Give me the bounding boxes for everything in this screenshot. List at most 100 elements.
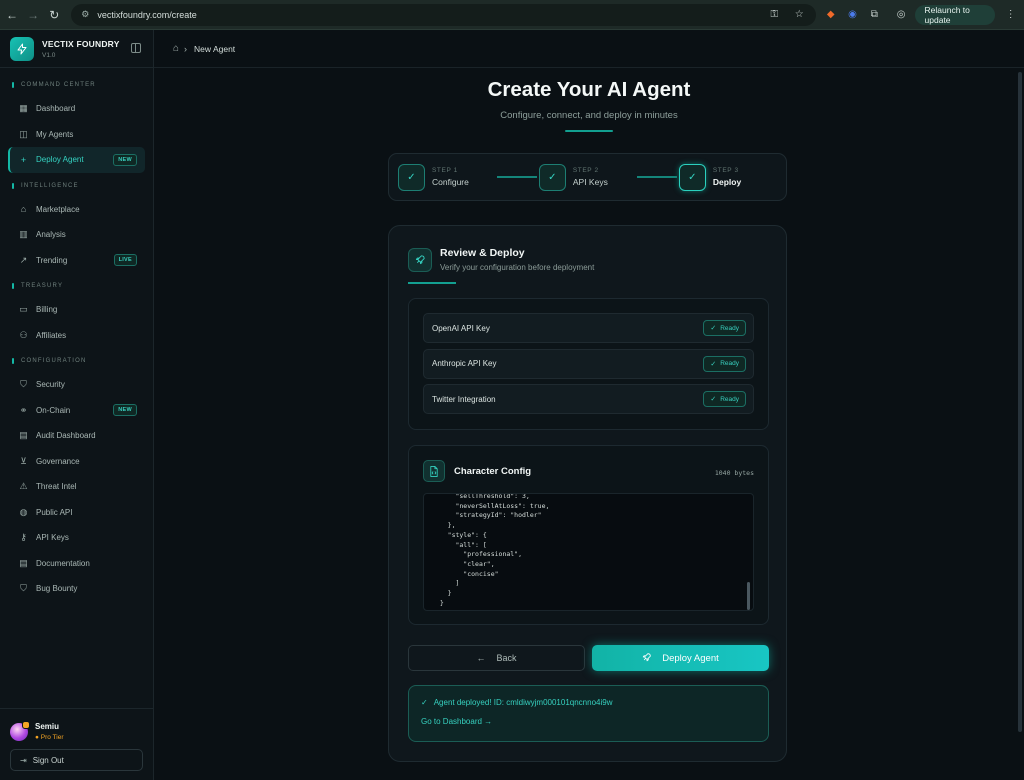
check-icon: ✓ [710,360,717,368]
status-badge: ✓ Ready [703,320,746,336]
check-icon: ✓ [421,698,428,707]
integration-status-panel: OpenAI API Key ✓ Ready Anthropic API Key … [408,298,769,430]
sidebar-item-label: API Keys [36,533,69,543]
step-3[interactable]: ✓ STEP 3 Deploy [678,163,741,191]
sidebar-item-bug-bounty[interactable]: ⛉ Bug Bounty [8,576,145,602]
sidebar-item-trending[interactable]: ↗ Trending LIVE [8,248,145,274]
rocket-icon [642,652,652,664]
reload-icon[interactable]: ↻ [45,4,63,26]
shield-icon: ⛉ [20,379,27,390]
back-button[interactable]: ← Back [408,645,585,671]
section-label: TREASURY [0,280,153,292]
grid-icon: ▦ [19,103,28,114]
brand[interactable]: VECTIX FOUNDRY V1.0 [0,30,153,68]
sidebar-item-affiliates[interactable]: ⚇ Affiliates [8,323,145,349]
list-item: Twitter Integration ✓ Ready [423,384,754,414]
sidebar-item-label: My Agents [36,129,74,139]
extension-blue-icon[interactable]: ◉ [845,6,860,24]
sidebar-item-on-chain[interactable]: ⚭ On-Chain NEW [8,398,145,424]
extension-fox-icon[interactable]: ◆ [823,6,838,24]
step-name: Configure [432,177,469,187]
avatar[interactable] [10,720,30,741]
go-to-dashboard-link[interactable]: Go to Dashboard → [421,717,768,726]
section-label: CONFIGURATION [0,355,153,367]
chevron-right-icon: › [184,43,188,54]
config-code-viewer[interactable]: "sellThreshold": 3, "neverSellAtLoss": t… [423,493,754,611]
sidebar-item-public-api[interactable]: ◍ Public API [8,500,145,526]
url-text: vectixfoundry.com/create [97,9,197,20]
title-underline [565,130,613,132]
step-2[interactable]: ✓ STEP 2 API Keys [538,163,608,191]
sidebar-item-threat-intel[interactable]: ⚠ Threat Intel [8,474,145,500]
browser-toolbar: ← → ↻ ⚙ vectixfoundry.com/create ⚿ ☆ ◆ ◉… [0,0,1024,30]
page-scrollbar[interactable] [1018,72,1022,732]
key-label: Anthropic API Key [432,359,497,368]
check-icon: ✓ [678,163,706,191]
review-title: Review & Deploy [440,247,525,259]
trending-up-icon: ↗ [19,254,28,265]
page-title: Create Your AI Agent [487,78,691,101]
step-connector [496,176,537,178]
sidebar-item-deploy-agent[interactable]: + Deploy Agent NEW [8,147,145,173]
address-bar[interactable]: ⚙ vectixfoundry.com/create ⚿ ☆ [71,3,817,26]
sidebar-item-analysis[interactable]: ▥ Analysis [8,222,145,248]
sidebar-item-marketplace[interactable]: ⌂ Marketplace [8,197,145,223]
wallet-icon: ▭ [19,304,28,315]
review-card: Review & Deploy Verify your configuratio… [388,225,787,762]
check-icon: ✓ [710,396,717,403]
step-number: STEP 2 [572,167,599,174]
users-icon: ⚇ [19,329,28,340]
collapse-sidebar-icon[interactable] [131,43,141,53]
bar-chart-icon: ▥ [19,229,28,240]
status-badge: NEW [113,404,137,417]
breadcrumb-current: New Agent [194,43,236,54]
menu-dots-icon[interactable]: ⋮ [1003,6,1018,24]
sidebar-item-label: Trending [36,255,68,265]
key-label: Twitter Integration [432,394,496,404]
step-number: STEP 3 [712,167,739,174]
sidebar-item-documentation[interactable]: ▤ Documentation [8,551,145,577]
extensions-puzzle-icon[interactable]: ⧉ [867,6,882,24]
status-badge: ✓ Ready [703,355,746,372]
sidebar-item-security[interactable]: ⛉ Security [8,372,145,398]
sidebar-item-api-keys[interactable]: ⚷ API Keys [8,525,145,551]
sign-out-label: Sign Out [32,755,64,765]
bookmark-star-icon[interactable]: ☆ [790,6,808,24]
profile-icon[interactable]: ◎ [894,6,909,24]
deploy-agent-button[interactable]: Deploy Agent [592,645,769,671]
config-title: Character Config [454,465,532,477]
sidebar-item-label: Affiliates [36,330,67,340]
sidebar-item-audit-dashboard[interactable]: ▤ Audit Dashboard [8,423,145,449]
file-icon: ▤ [19,430,28,441]
section-label: INTELLIGENCE [0,180,153,192]
forward-nav-icon[interactable]: → [24,4,42,26]
sidebar-item-label: Security [36,380,65,390]
arrow-left-icon: ← [476,653,486,663]
step-1[interactable]: ✓ STEP 1 Configure [398,163,469,191]
sign-out-button[interactable]: ⇥ Sign Out [10,749,143,771]
section-label: COMMAND CENTER [0,79,153,91]
file-code-icon [423,460,445,482]
user-panel: Semiu ● Pro Tier ⇥ Sign Out [0,708,153,780]
sidebar-item-billing[interactable]: ▭ Billing [8,297,145,323]
sidebar-item-label: Governance [36,456,80,466]
sidebar-item-governance[interactable]: ⊻ Governance [8,449,145,475]
relaunch-button[interactable]: Relaunch to update [914,4,996,25]
review-subtitle: Verify your configuration before deploym… [440,263,595,272]
sidebar: VECTIX FOUNDRY V1.0 COMMAND CENTER ▦ Dashb… [0,30,154,780]
code-scrollbar[interactable] [747,582,750,610]
sidebar-item-label: Billing [36,305,58,315]
site-settings-icon[interactable]: ⚙ [81,9,89,20]
review-underline [408,282,456,284]
deploy-label: Deploy Agent [662,652,719,664]
sidebar-item-dashboard[interactable]: ▦ Dashboard [8,96,145,122]
key-icon[interactable]: ⚿ [765,6,783,24]
doc-icon: ▤ [19,557,28,568]
sidebar-item-label: Marketplace [36,204,80,214]
home-icon[interactable]: ⌂ [173,43,179,54]
list-item: OpenAI API Key ✓ Ready [423,313,754,343]
sidebar-item-label: Audit Dashboard [36,431,96,441]
user-name: Semiu [35,722,60,731]
back-nav-icon[interactable]: ← [3,4,21,26]
sidebar-item-my-agents[interactable]: ◫ My Agents [8,122,145,148]
